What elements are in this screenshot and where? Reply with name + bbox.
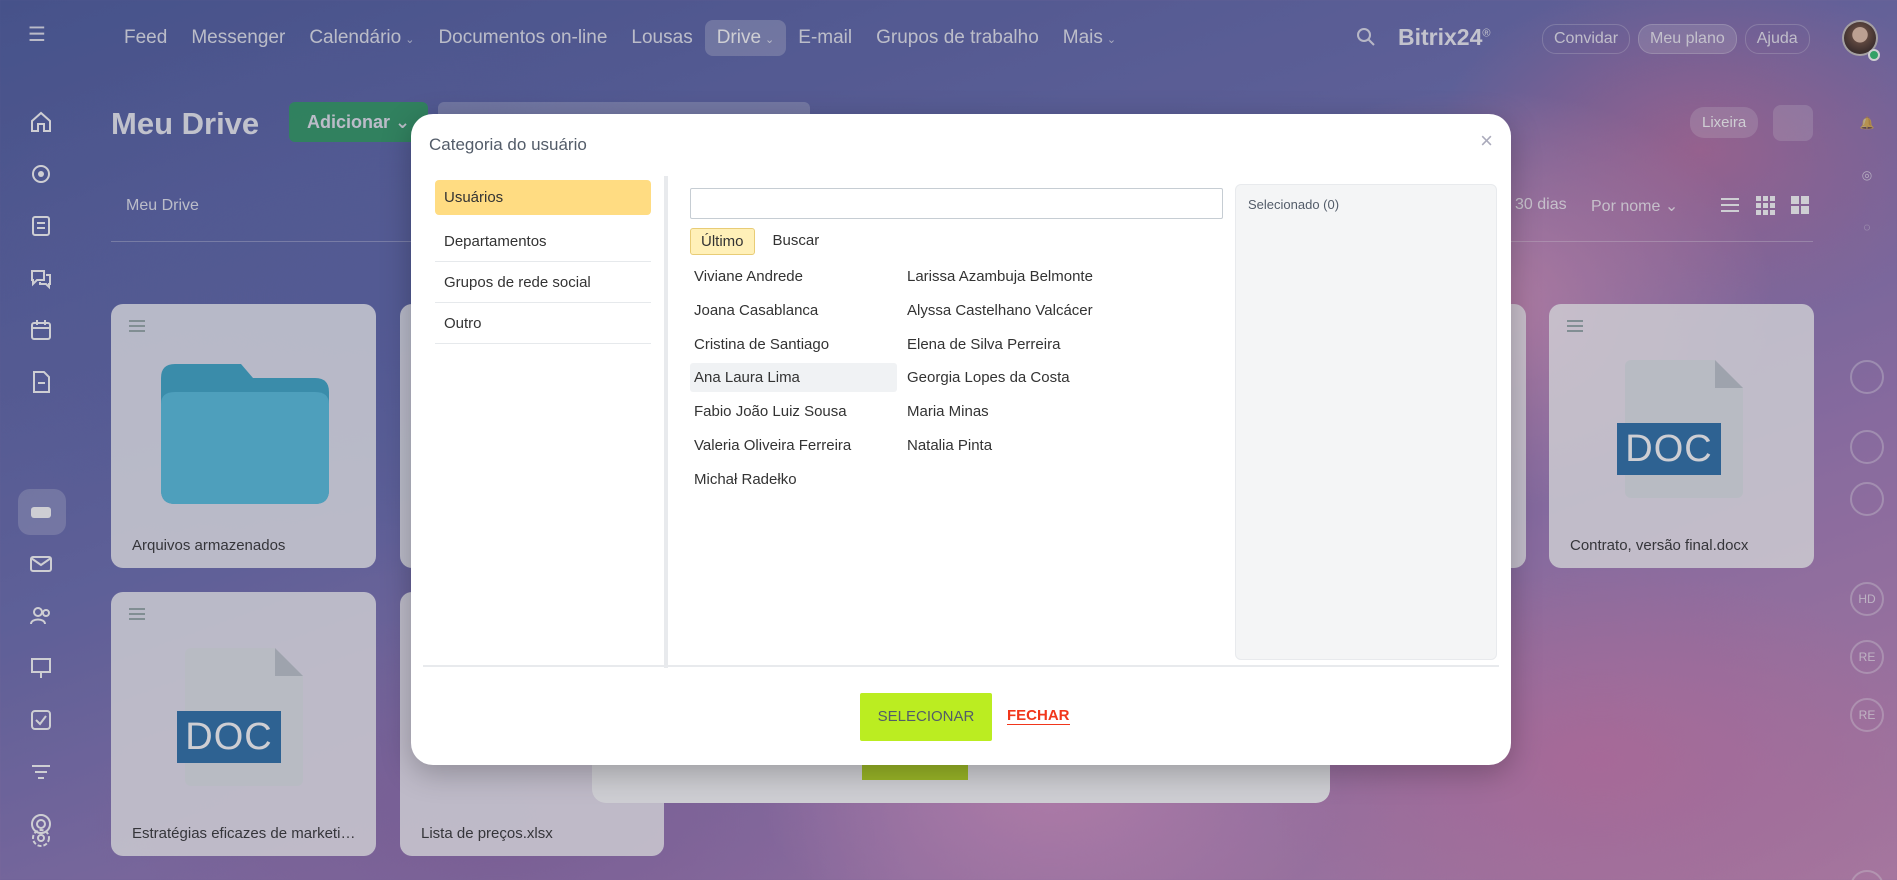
user-item[interactable]: Joana Casablanca <box>690 296 897 325</box>
tab-users[interactable]: Usuários <box>435 180 651 215</box>
user-search-input[interactable] <box>690 188 1223 219</box>
divider <box>664 176 668 668</box>
user-item[interactable]: Larissa Azambuja Belmonte <box>903 262 1110 291</box>
divider <box>423 665 1499 667</box>
tab-departments[interactable]: Departamentos <box>435 221 651 262</box>
dialog-title: Categoria do usuário <box>429 135 587 154</box>
user-item[interactable]: Valeria Oliveira Ferreira <box>690 431 897 460</box>
user-item[interactable]: Alyssa Castelhano Valcácer <box>903 296 1110 325</box>
selected-panel: Selecionado (0) <box>1235 184 1497 660</box>
tab-search[interactable]: Buscar <box>763 228 830 255</box>
user-item[interactable]: Georgia Lopes da Costa <box>903 363 1110 392</box>
close-button[interactable]: FECHAR <box>1007 708 1070 725</box>
user-item[interactable]: Maria Minas <box>903 397 1110 426</box>
tab-recent[interactable]: Último <box>690 228 755 255</box>
tab-social-groups[interactable]: Grupos de rede social <box>435 262 651 303</box>
user-item[interactable]: Viviane Andrede <box>690 262 897 291</box>
search-mode-tabs: Último Buscar <box>690 228 829 255</box>
select-button[interactable]: SELECIONAR <box>860 693 992 741</box>
user-item[interactable]: Elena de Silva Perreira <box>903 330 1110 359</box>
user-item[interactable]: Ana Laura Lima <box>690 363 897 392</box>
user-item[interactable]: Fabio João Luiz Sousa <box>690 397 897 426</box>
user-item[interactable]: Natalia Pinta <box>903 431 1110 460</box>
category-tabs: Usuários Departamentos Grupos de rede so… <box>435 180 651 344</box>
user-item[interactable]: Cristina de Santiago <box>690 330 897 359</box>
user-item[interactable]: Michał Radełko <box>690 465 897 494</box>
close-icon[interactable]: × <box>1480 130 1493 152</box>
tab-other[interactable]: Outro <box>435 303 651 344</box>
user-category-dialog: Categoria do usuário × Usuários Departam… <box>411 114 1511 765</box>
selected-count: Selecionado (0) <box>1248 197 1340 212</box>
